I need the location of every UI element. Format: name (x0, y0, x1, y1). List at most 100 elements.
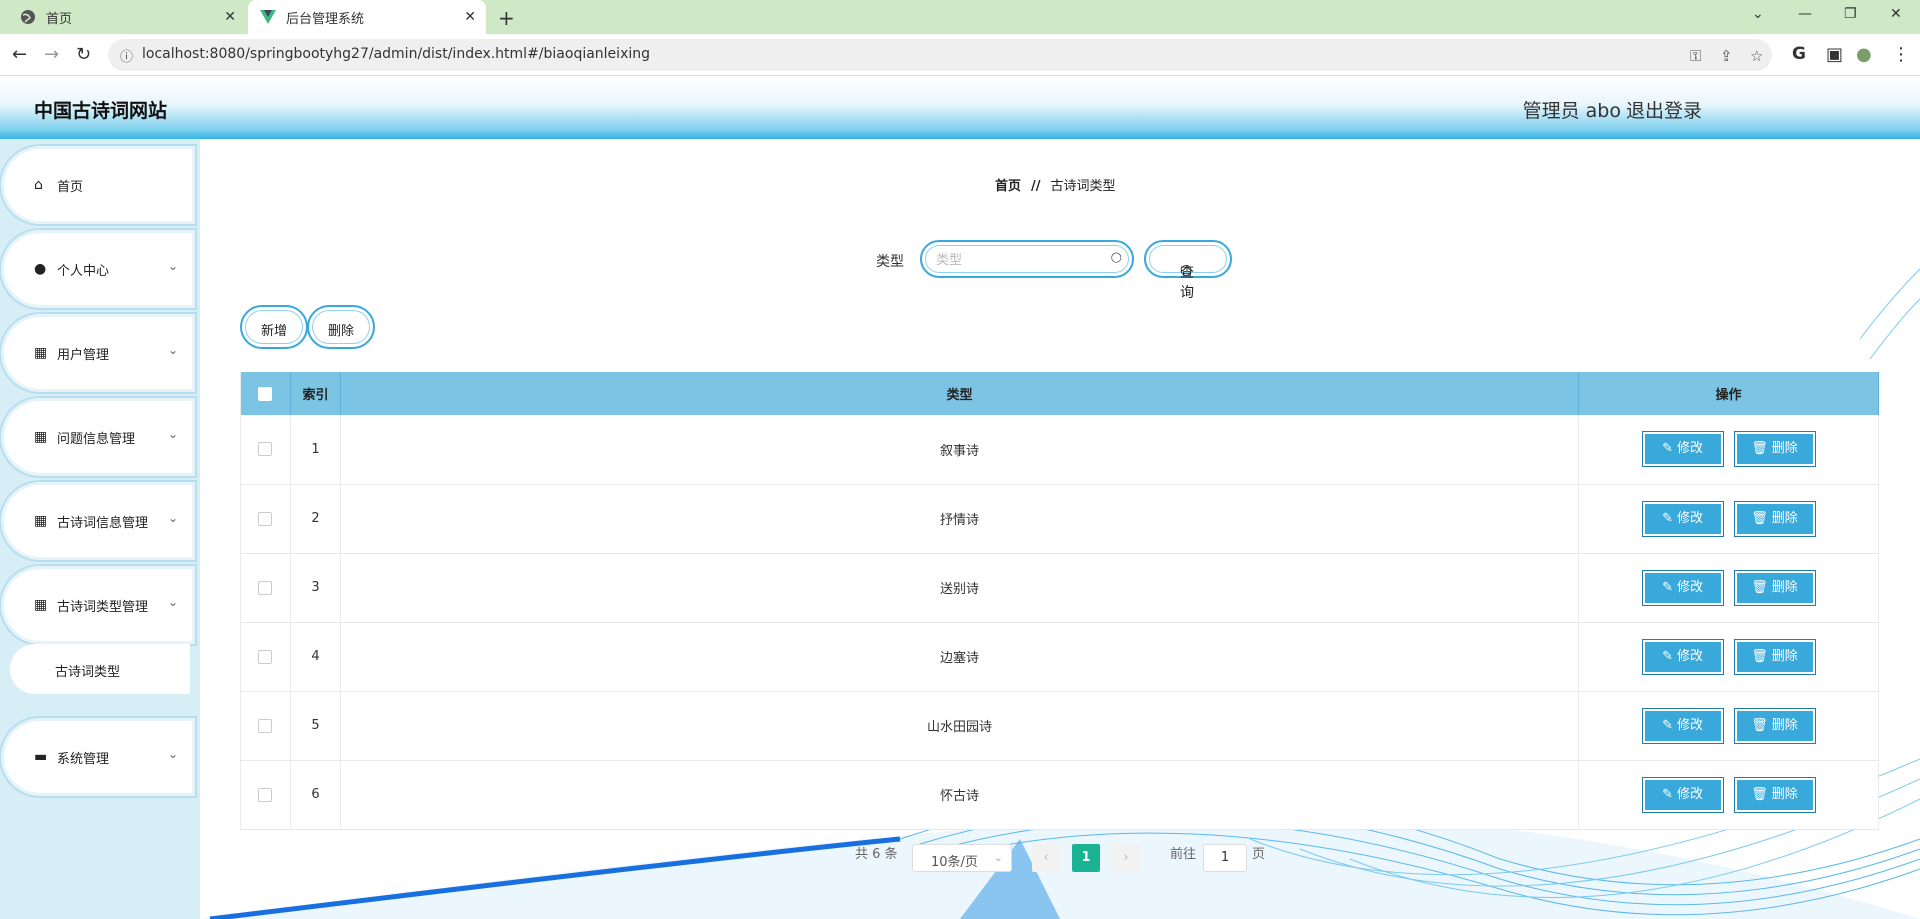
delete-button[interactable]: 🗑 删除 (1733, 500, 1816, 537)
grid-icon: ▦ (34, 513, 48, 529)
goto-page-input[interactable]: 1 (1203, 844, 1247, 872)
sidebar-item-poems[interactable]: ▦ 古诗词信息管理 ⌄ (4, 485, 192, 557)
main-content: 首页 // 古诗词类型 类型 ○ 查询 ○ 新增 删除 索引 类型 操作 1 叙事诗 (200, 139, 1920, 919)
browser-tab-label: 后台管理系统 (286, 11, 365, 27)
share-icon[interactable]: ⇪ (1720, 47, 1733, 65)
delete-button[interactable]: 🗑 删除 (1733, 431, 1816, 468)
sidebar-item-label: 古诗词类型管理 (57, 600, 149, 615)
sidebar-item-questions[interactable]: ▦ 问题信息管理 ⌄ (4, 401, 192, 473)
chevron-down-icon: ⌄ (167, 511, 178, 525)
select-all-checkbox[interactable] (258, 386, 273, 401)
trash-icon: 🗑 (1751, 510, 1768, 526)
chevron-down-icon: ⌄ (167, 595, 178, 609)
row-type: 边塞诗 (340, 622, 1580, 692)
bulk-delete-button-label: 删除 (327, 324, 354, 339)
edit-button[interactable]: ✎ 修改 (1641, 569, 1724, 606)
sidebar-item-label: 问题信息管理 (57, 432, 136, 447)
delete-button[interactable]: 🗑 删除 (1733, 638, 1816, 675)
close-icon[interactable]: ✕ (464, 9, 476, 25)
row-checkbox-cell (240, 553, 291, 623)
add-button[interactable]: 新增 (240, 305, 308, 349)
row-actions: ✎ 修改 🗑 删除 (1578, 484, 1879, 554)
edit-icon: ✎ (1662, 579, 1673, 595)
new-tab-icon[interactable]: + (498, 6, 515, 30)
sidebar-item-label: 用户管理 (57, 348, 110, 363)
bulk-delete-button[interactable]: 删除 (307, 305, 375, 349)
reload-icon[interactable]: ↻ (76, 44, 91, 65)
url-field[interactable]: ⓘ localhost:8080/springbootyhg27/admin/d… (108, 39, 1772, 71)
chevron-down-icon: ⌄ (993, 851, 1003, 864)
row-checkbox[interactable] (258, 580, 273, 595)
minimize-icon[interactable]: — (1798, 6, 1812, 22)
browser-tab-label: 首页 (46, 11, 73, 27)
key-icon[interactable]: ⚿ (1690, 47, 1701, 65)
page-size-value: 10条/页 (931, 855, 978, 870)
delete-button[interactable]: 🗑 删除 (1733, 569, 1816, 606)
browser-tab-home[interactable]: 首页 ✕ (8, 0, 246, 34)
next-page-button[interactable]: › (1112, 844, 1140, 872)
edit-icon: ✎ (1662, 717, 1673, 733)
row-checkbox-cell (240, 484, 291, 554)
row-checkbox[interactable] (258, 649, 273, 664)
edit-icon: ✎ (1662, 441, 1673, 457)
row-index: 3 (290, 553, 341, 623)
profile-icon[interactable]: ● (1856, 44, 1872, 65)
sidebar-item-poem-types[interactable]: ▦ 古诗词类型管理 ⌄ (4, 569, 192, 641)
admin-name: 管理员 abo (1522, 100, 1621, 122)
menu-icon[interactable]: ⋮ (1892, 44, 1910, 65)
table-row: 6 怀古诗 ✎ 修改 🗑 删除 (240, 760, 1879, 830)
star-icon[interactable]: ☆ (1750, 47, 1763, 65)
table-row: 4 边塞诗 ✎ 修改 🗑 删除 (240, 622, 1879, 692)
edit-button-label: 修改 (1676, 510, 1703, 526)
select-all-cell (240, 372, 291, 415)
browser-tab-bar: 首页 ✕ 后台管理系统 ✕ + ⌄ — ❐ ✕ (0, 0, 1920, 34)
row-checkbox[interactable] (258, 511, 273, 526)
forward-icon[interactable]: → (44, 44, 59, 65)
close-icon[interactable]: ✕ (224, 9, 236, 25)
sidebar-subitem-label: 古诗词类型 (55, 665, 121, 680)
search-input[interactable] (936, 250, 1096, 270)
edit-button[interactable]: ✎ 修改 (1641, 431, 1724, 468)
sidebar-item-personal[interactable]: ● 个人中心 ⌄ (4, 233, 192, 305)
row-checkbox[interactable] (258, 442, 273, 457)
row-checkbox[interactable] (258, 718, 273, 733)
edit-button[interactable]: ✎ 修改 (1641, 638, 1724, 675)
current-page-button[interactable]: 1 (1072, 844, 1100, 872)
edit-button[interactable]: ✎ 修改 (1641, 707, 1724, 744)
restore-icon[interactable]: ❐ (1844, 6, 1857, 22)
chevron-down-icon: ⌄ (167, 427, 178, 441)
page-size-select[interactable]: 10条/页 ⌄ (912, 844, 1012, 872)
back-icon[interactable]: ← (12, 44, 27, 65)
prev-page-button[interactable]: ‹ (1032, 844, 1060, 872)
grid-icon: ▦ (34, 345, 48, 361)
sidebar-item-label: 首页 (57, 180, 84, 195)
search-field[interactable]: ○ (920, 240, 1134, 278)
chevron-down-icon[interactable]: ⌄ (1752, 6, 1764, 22)
logout-link[interactable]: 退出登录 (1626, 96, 1702, 123)
delete-button[interactable]: 🗑 删除 (1733, 707, 1816, 744)
edit-button[interactable]: ✎ 修改 (1641, 776, 1724, 813)
sidebar-item-system[interactable]: ▬ 系统管理 ⌄ (4, 721, 192, 793)
sidebar-item-users[interactable]: ▦ 用户管理 ⌄ (4, 317, 192, 389)
chevron-left-icon: ‹ (1043, 850, 1049, 865)
sidepanel-icon[interactable]: ▣ (1826, 44, 1843, 65)
sidebar-subitem-poem-type[interactable]: 古诗词类型 (10, 644, 190, 694)
edit-button[interactable]: ✎ 修改 (1641, 500, 1724, 537)
query-button[interactable]: 查询 ○ (1144, 240, 1232, 301)
table-row: 5 山水田园诗 ✎ 修改 🗑 删除 (240, 691, 1879, 761)
row-checkbox[interactable] (258, 787, 273, 802)
delete-button-label: 删除 (1771, 717, 1798, 733)
close-window-icon[interactable]: ✕ (1890, 6, 1902, 22)
info-icon[interactable]: ⓘ (120, 46, 133, 65)
search-label: 类型 (876, 254, 904, 270)
add-button-label: 新增 (260, 324, 287, 339)
google-icon[interactable]: G (1792, 44, 1806, 64)
vue-logo-icon (260, 9, 276, 25)
table-row: 3 送别诗 ✎ 修改 🗑 删除 (240, 553, 1879, 623)
delete-button[interactable]: 🗑 删除 (1733, 776, 1816, 813)
chevron-down-icon: ⌄ (167, 747, 178, 761)
browser-tab-admin[interactable]: 后台管理系统 ✕ (248, 0, 486, 34)
row-checkbox-cell (240, 691, 291, 761)
sidebar-item-home[interactable]: ⌂ 首页 (4, 149, 192, 221)
breadcrumb-home[interactable]: 首页 (995, 179, 1021, 194)
